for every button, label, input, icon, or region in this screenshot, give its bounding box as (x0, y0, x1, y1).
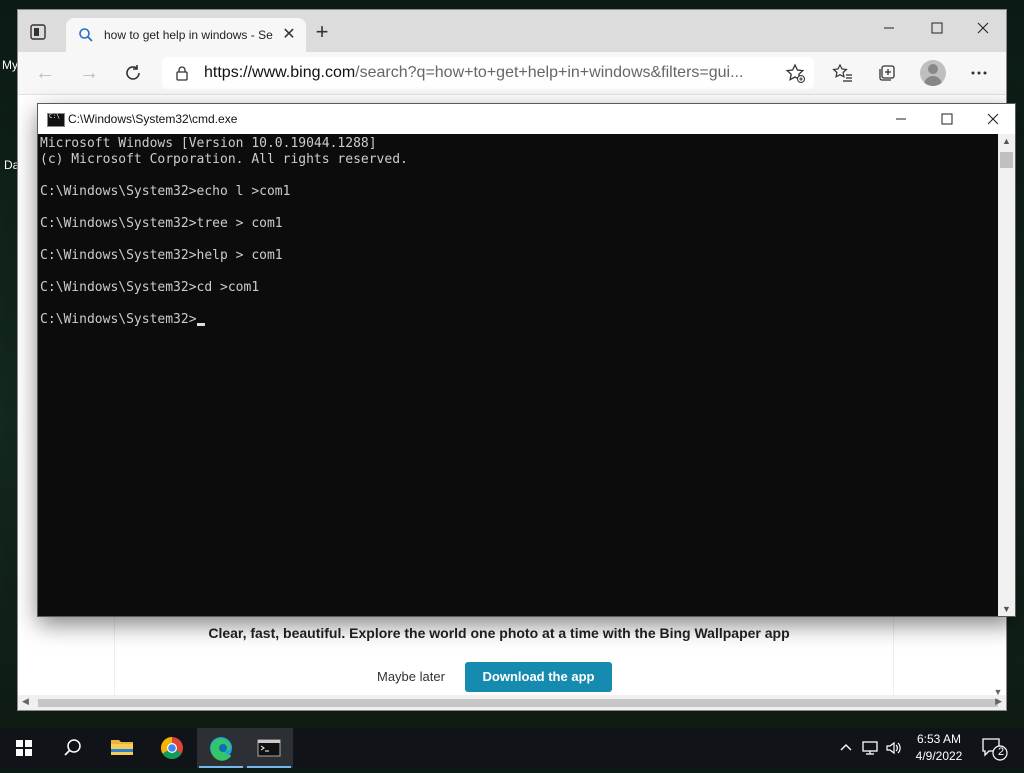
text-cursor (196, 323, 205, 326)
console-line: Microsoft Windows [Version 10.0.19044.12… (40, 136, 377, 151)
scroll-left-icon[interactable]: ◀ (22, 696, 29, 707)
address-bar[interactable]: https://www.bing.com/search?q=how+to+get… (162, 57, 814, 89)
maximize-icon (941, 113, 953, 125)
taskbar: 6:53 AM 4/9/2022 2 (0, 728, 1024, 768)
start-button[interactable] (0, 728, 48, 768)
edge-icon (210, 737, 232, 761)
scroll-down-icon[interactable]: ▼ (998, 602, 1015, 616)
action-center-button[interactable]: 2 (980, 736, 1010, 762)
promo-text: Clear, fast, beautiful. Explore the worl… (208, 625, 790, 641)
close-icon (987, 113, 999, 125)
scroll-right-icon[interactable]: ▶ (995, 696, 1002, 707)
chrome-icon (161, 737, 183, 759)
forward-arrow-icon[interactable]: → (78, 62, 100, 84)
console-prompt-line[interactable]: C:\Windows\System32> (40, 312, 990, 328)
maybe-later-link[interactable]: Maybe later (377, 669, 445, 684)
search-button[interactable] (48, 728, 96, 768)
search-icon (64, 739, 81, 756)
console-line: C:\Windows\System32>cd >com1 (40, 280, 260, 295)
maximize-icon (931, 22, 943, 34)
browser-close-button[interactable] (960, 14, 1006, 42)
cmd-window-title: C:\Windows\System32\cmd.exe (68, 112, 238, 126)
system-clock[interactable]: 6:53 AM 4/9/2022 (900, 731, 978, 765)
lock-icon[interactable] (174, 65, 190, 81)
cmd-maximize-button[interactable] (924, 104, 970, 134)
address-toolbar: ← → https://www.bing.com/search?q=how+to… (18, 52, 1006, 95)
minimize-icon (896, 118, 906, 120)
url-text[interactable]: https://www.bing.com/search?q=how+to+get… (204, 64, 764, 82)
browser-tab-active[interactable]: how to get help in windows - Se ✕ (66, 18, 306, 52)
windows-logo-icon (16, 740, 32, 756)
url-path: /search?q=how+to+get+help+in+windows&fil… (355, 64, 744, 81)
cmd-scroll-thumb[interactable] (1000, 152, 1013, 168)
network-icon[interactable] (860, 738, 880, 763)
console-line: (c) Microsoft Corporation. All rights re… (40, 152, 408, 167)
refresh-icon[interactable] (122, 62, 144, 84)
favorites-icon[interactable] (832, 62, 854, 84)
taskbar-file-explorer[interactable] (98, 728, 146, 768)
back-arrow-icon[interactable]: ← (34, 62, 56, 84)
collections-icon[interactable] (876, 62, 898, 84)
console-line: C:\Windows\System32>echo l >com1 (40, 184, 291, 199)
close-icon (977, 22, 989, 34)
clock-date: 4/9/2022 (915, 749, 963, 763)
horizontal-scroll-thumb[interactable] (38, 699, 998, 707)
download-app-button[interactable]: Download the app (465, 662, 612, 692)
cmd-app-icon[interactable] (47, 113, 65, 127)
clock-time: 6:53 AM (916, 732, 962, 746)
console-prompt: C:\Windows\System32> (40, 312, 197, 327)
desktop-icon-label-my[interactable]: My (2, 58, 18, 72)
more-options-ellipsis-icon[interactable] (968, 62, 990, 84)
cmd-close-button[interactable] (970, 104, 1016, 134)
tab-close-icon[interactable]: ✕ (280, 26, 298, 44)
minimize-icon (884, 27, 894, 29)
console-line: C:\Windows\System32>help > com1 (40, 248, 283, 263)
console-output[interactable]: Microsoft Windows [Version 10.0.19044.12… (40, 136, 990, 611)
profile-avatar[interactable] (920, 60, 946, 86)
taskbar-chrome[interactable] (148, 728, 196, 768)
folder-icon (111, 740, 133, 755)
show-hidden-icons-chevron-up-icon[interactable] (838, 738, 854, 763)
cmd-minimize-button[interactable] (878, 104, 924, 134)
console-line: C:\Windows\System32>tree > com1 (40, 216, 283, 231)
tab-title: how to get help in windows - Se (104, 28, 273, 42)
browser-maximize-button[interactable] (914, 14, 960, 42)
tab-strip: how to get help in windows - Se ✕ + (18, 10, 1006, 52)
taskbar-cmd[interactable] (245, 728, 293, 768)
scroll-up-icon[interactable]: ▲ (998, 134, 1015, 148)
horizontal-scrollbar[interactable]: ◀ ▶ (18, 695, 1006, 710)
notification-count-badge: 2 (997, 746, 1005, 758)
bing-search-icon (79, 28, 93, 42)
cmd-title-bar[interactable]: C:\Windows\System32\cmd.exe (38, 104, 1015, 134)
browser-minimize-button[interactable] (866, 14, 912, 42)
cmd-window[interactable]: C:\Windows\System32\cmd.exe Microsoft Wi… (38, 104, 1015, 616)
new-tab-plus-icon[interactable]: + (312, 21, 332, 43)
taskbar-edge[interactable] (197, 728, 245, 768)
url-domain: https://www.bing.com (204, 64, 356, 81)
cmd-icon (257, 739, 281, 757)
tab-actions-icon (30, 24, 46, 40)
add-favorite-star-icon[interactable] (784, 62, 806, 84)
tab-actions-menu-button[interactable] (28, 22, 48, 42)
cmd-vertical-scrollbar[interactable]: ▲ ▼ (998, 134, 1015, 616)
